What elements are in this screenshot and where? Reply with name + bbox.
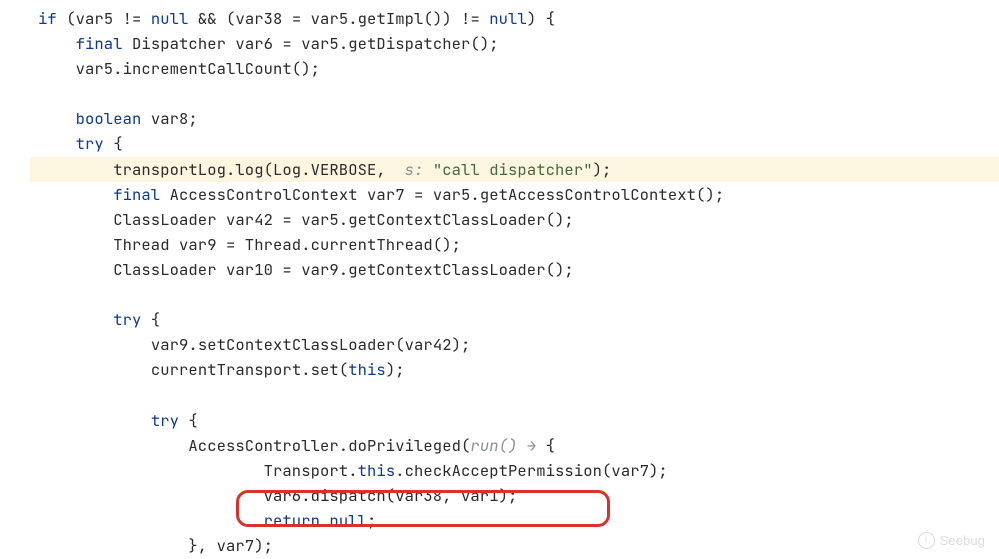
token-plain: var9.setContextClassLoader(var42);: [151, 334, 471, 355]
code-line: var5.incrementCallCount();: [30, 56, 999, 81]
code-block: if (var5 != null && (var38 = var5.getImp…: [0, 0, 999, 558]
token-kw: try: [113, 309, 141, 330]
code-line: try {: [30, 131, 999, 156]
token-plain: Transport.: [264, 460, 358, 481]
token-inl: run() →: [470, 435, 545, 456]
token-plain: .checkAcceptPermission(var7);: [395, 460, 668, 481]
code-line: transportLog.log(Log.VERBOSE, s: "call d…: [30, 157, 999, 182]
code-line: boolean var8;: [30, 106, 999, 131]
watermark-text: Seebug: [940, 530, 985, 551]
token-kw: null: [489, 8, 527, 29]
token-plain: AccessControlContext var7 = var5.getAcce…: [160, 184, 724, 205]
token-kw: if: [38, 8, 57, 29]
token-plain: ;: [367, 510, 376, 531]
token-inl: s:: [405, 159, 433, 180]
code-line: final Dispatcher var6 = var5.getDispatch…: [30, 31, 999, 56]
code-line: Transport.this.checkAcceptPermission(var…: [30, 458, 999, 483]
token-kw: final: [76, 33, 123, 54]
token-str: "call dispatcher": [433, 159, 593, 180]
token-plain: currentTransport.set(: [151, 359, 348, 380]
token-plain: {: [104, 133, 123, 154]
code-line: if (var5 != null && (var38 = var5.getImp…: [30, 6, 999, 31]
watermark: i Seebug: [918, 530, 985, 551]
token-plain: var5.incrementCallCount();: [76, 58, 320, 79]
code-line: currentTransport.set(this);: [30, 357, 999, 382]
code-line: try {: [30, 307, 999, 332]
token-plain: {: [179, 410, 198, 431]
token-plain: Thread var9 = Thread.currentThread();: [113, 234, 461, 255]
token-plain: [320, 510, 329, 531]
token-plain: {: [546, 435, 555, 456]
token-plain: {: [141, 309, 160, 330]
token-kw: final: [113, 184, 160, 205]
code-line: ClassLoader var42 = var5.getContextClass…: [30, 207, 999, 232]
token-kw: null: [329, 510, 367, 531]
token-kw: return: [264, 510, 320, 531]
token-kw: this: [348, 359, 386, 380]
watermark-icon: i: [918, 532, 935, 549]
token-plain: );: [593, 159, 612, 180]
code-line: AccessController.doPrivileged(run() → {: [30, 433, 999, 458]
code-line: var6.dispatch(var38, var1);: [30, 483, 999, 508]
token-plain: var6.dispatch(var38, var1);: [264, 485, 518, 506]
code-line: [30, 81, 999, 106]
token-plain: }, var7);: [188, 535, 273, 556]
code-line: Thread var9 = Thread.currentThread();: [30, 232, 999, 257]
token-plain: && (var38 = var5.getImpl()) !=: [188, 8, 489, 29]
token-plain: );: [386, 359, 405, 380]
token-kw: try: [151, 410, 179, 431]
token-kw: null: [151, 8, 189, 29]
code-line: [30, 282, 999, 307]
code-line: }, var7);: [30, 533, 999, 558]
token-plain: Dispatcher var6 = var5.getDispatcher();: [123, 33, 499, 54]
token-plain: ClassLoader var42 = var5.getContextClass…: [113, 209, 574, 230]
code-line: return null;: [30, 508, 999, 533]
token-plain: ) {: [527, 8, 555, 29]
code-line: final AccessControlContext var7 = var5.g…: [30, 182, 999, 207]
token-plain: AccessController.doPrivileged(: [188, 435, 470, 456]
code-line: try {: [30, 408, 999, 433]
token-kw: boolean: [76, 108, 142, 129]
code-line: [30, 382, 999, 407]
code-line: ClassLoader var10 = var9.getContextClass…: [30, 257, 999, 282]
token-plain: transportLog.log(Log.VERBOSE,: [113, 159, 404, 180]
token-plain: var8;: [141, 108, 197, 129]
token-plain: ClassLoader var10 = var9.getContextClass…: [113, 259, 574, 280]
token-kw: try: [76, 133, 104, 154]
token-kw: this: [358, 460, 396, 481]
code-line: var9.setContextClassLoader(var42);: [30, 332, 999, 357]
token-plain: (var5 !=: [57, 8, 151, 29]
